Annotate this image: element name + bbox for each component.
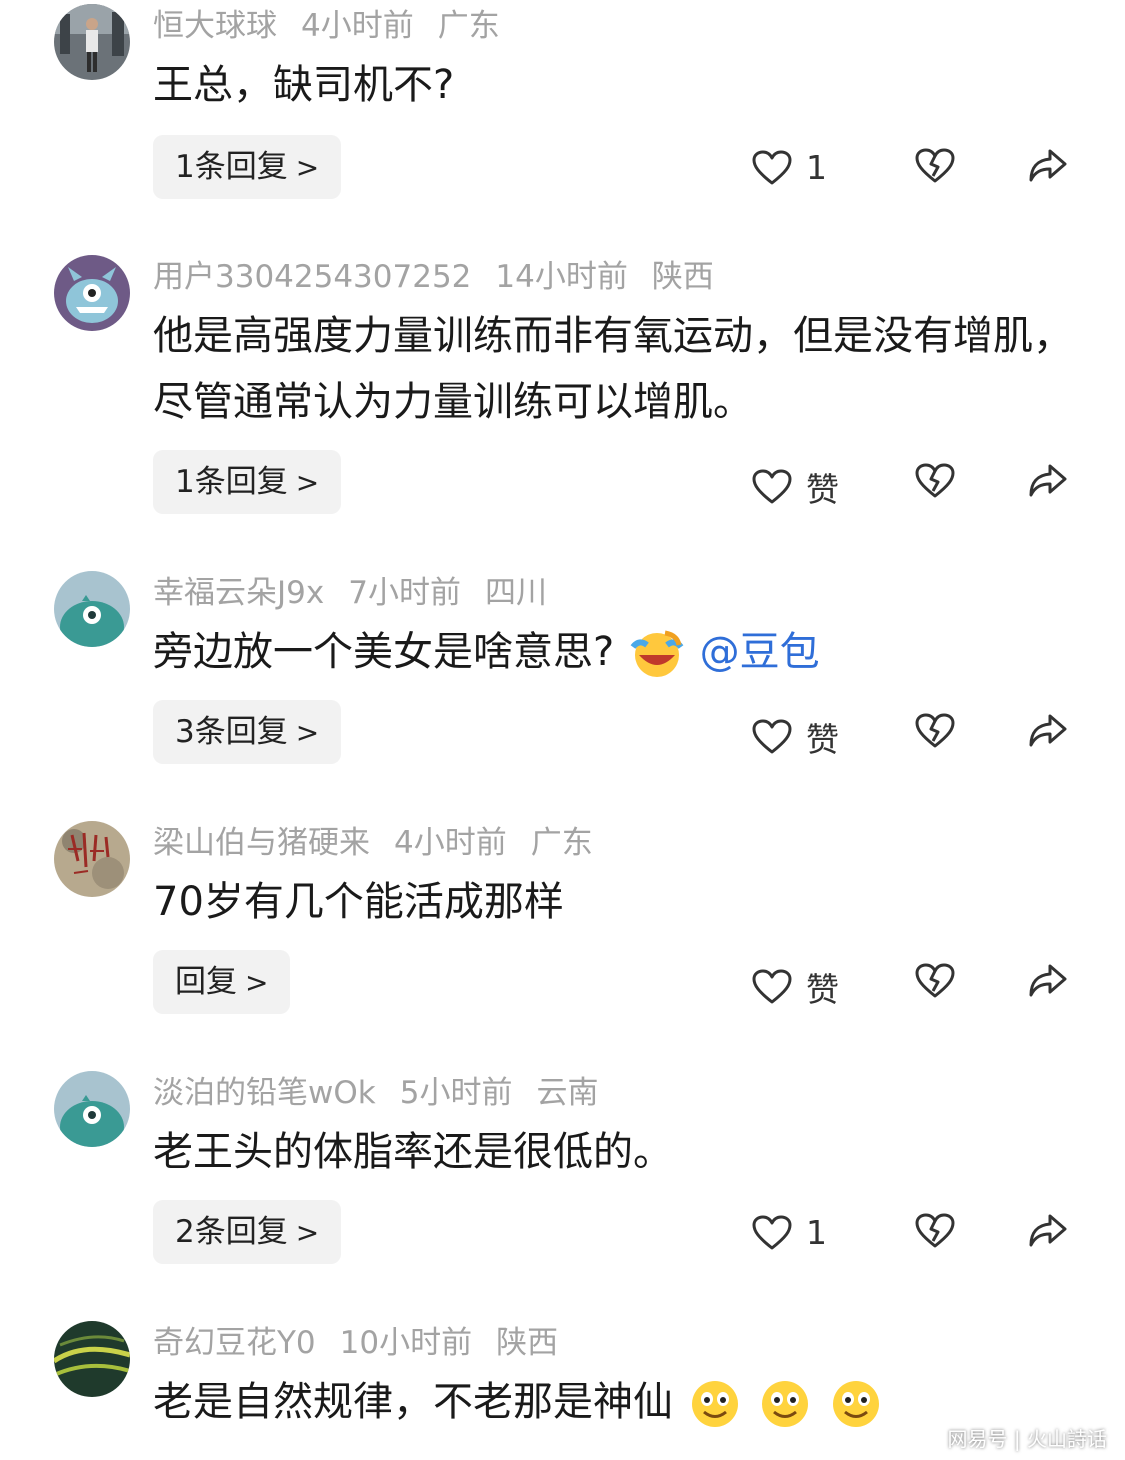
laughing-crying-emoji-icon (630, 630, 684, 677)
avatar[interactable] (54, 571, 130, 647)
timestamp: 10小时前 (339, 1325, 473, 1361)
comment-body: 老是自然规律，不老那是神仙 (153, 1379, 673, 1425)
comment-text: 老是自然规律，不老那是神仙 (153, 1369, 1083, 1435)
share-button[interactable] (1028, 148, 1068, 184)
like-count: 赞 (806, 720, 839, 759)
dislike-button[interactable] (915, 963, 955, 999)
region: 云南 (536, 1075, 599, 1111)
username[interactable]: 奇幻豆花Y0 (153, 1325, 316, 1361)
timestamp: 14小时前 (495, 259, 628, 295)
mention-link[interactable]: @豆包 (700, 629, 820, 675)
comment-meta: 梁山伯与猪硬来 4小时前 广东 (153, 821, 617, 865)
region: 陕西 (496, 1325, 559, 1361)
chevron-right-icon: > (245, 966, 269, 999)
heart-icon (752, 719, 792, 754)
comment-meta: 恒大球球 4小时前 广东 (153, 4, 524, 48)
username[interactable]: 幸福云朵J9x (153, 575, 324, 611)
broken-heart-icon (915, 463, 955, 498)
reply-label: 2条回复 (175, 1214, 288, 1250)
share-button[interactable] (1028, 463, 1068, 499)
broken-heart-icon (915, 713, 955, 748)
region: 四川 (484, 575, 547, 611)
like-button[interactable]: 赞 (752, 463, 839, 511)
dislike-button[interactable] (915, 148, 955, 184)
dislike-button[interactable] (915, 1213, 955, 1249)
heart-icon (752, 150, 792, 184)
like-count: 1 (806, 1213, 827, 1252)
username[interactable]: 梁山伯与猪硬来 (153, 825, 370, 861)
heart-icon (752, 969, 792, 1004)
comment-meta: 淡泊的铅笔wOk 5小时前 云南 (153, 1071, 622, 1115)
username[interactable]: 恒大球球 (153, 8, 277, 44)
like-button[interactable]: 1 (752, 1213, 827, 1252)
avatar[interactable] (54, 1321, 130, 1397)
like-count: 赞 (806, 470, 839, 509)
avatar[interactable] (54, 1071, 130, 1147)
share-button[interactable] (1028, 1213, 1068, 1249)
comment-text: 70岁有几个能活成那样 (153, 879, 564, 925)
like-button[interactable]: 1 (752, 148, 827, 187)
heart-icon (752, 1215, 792, 1249)
share-button[interactable] (1028, 713, 1068, 749)
share-icon (1029, 149, 1067, 182)
chevron-right-icon: > (295, 716, 320, 749)
timestamp: 5小时前 (399, 1075, 513, 1111)
timestamp: 4小时前 (394, 825, 507, 861)
share-icon (1029, 964, 1067, 997)
avatar[interactable] (54, 255, 130, 331)
reply-label: 回复 (175, 964, 237, 1000)
watermark: 网易号 | 火山詩话 (947, 1427, 1107, 1451)
view-replies-button[interactable]: 1条回复 > (153, 135, 342, 199)
broken-heart-icon (915, 963, 955, 998)
like-count: 1 (806, 148, 827, 187)
smiling-emoji-icon (691, 1381, 738, 1427)
dislike-button[interactable] (915, 713, 955, 749)
view-replies-button[interactable]: 2条回复 > (153, 1200, 342, 1264)
reply-label: 1条回复 (175, 464, 288, 500)
comment-text: 王总，缺司机不? (153, 62, 455, 108)
comment-body: 旁边放一个美女是啥意思? (153, 629, 615, 675)
timestamp: 4小时前 (301, 8, 414, 44)
heart-icon (752, 469, 792, 504)
reply-label: 1条回复 (175, 149, 288, 185)
username[interactable]: 淡泊的铅笔wOk (153, 1075, 376, 1111)
reply-button[interactable]: 回复 > (153, 950, 291, 1014)
comment-text: 旁边放一个美女是啥意思? @豆包 (153, 619, 1083, 685)
share-icon (1029, 464, 1067, 497)
avatar[interactable] (54, 821, 130, 897)
like-button[interactable]: 赞 (752, 963, 839, 1011)
reply-label: 3条回复 (175, 714, 288, 750)
share-icon (1029, 1214, 1067, 1247)
comment-text: 老王头的体脂率还是很低的。 (153, 1129, 673, 1175)
comment-meta: 奇幻豆花Y0 10小时前 陕西 (153, 1321, 582, 1365)
broken-heart-icon (915, 1213, 955, 1248)
dislike-button[interactable] (915, 463, 955, 499)
view-replies-button[interactable]: 3条回复 > (153, 700, 342, 764)
comment-meta: 幸福云朵J9x 7小时前 四川 (153, 571, 571, 615)
region: 广东 (530, 825, 593, 861)
comment-text: 他是高强度力量训练而非有氧运动，但是没有增肌，尽管通常认为力量训练可以增肌。 (153, 313, 1073, 425)
chevron-right-icon: > (295, 466, 320, 499)
share-button[interactable] (1028, 963, 1068, 999)
like-button[interactable]: 赞 (752, 713, 839, 761)
username[interactable]: 用户3304254307252 (153, 259, 471, 295)
avatar[interactable] (54, 4, 130, 80)
view-replies-button[interactable]: 1条回复 > (153, 450, 342, 514)
chevron-right-icon: > (295, 151, 320, 184)
timestamp: 7小时前 (348, 575, 461, 611)
comment-meta: 用户3304254307252 14小时前 陕西 (153, 255, 738, 299)
like-count: 赞 (806, 970, 839, 1009)
share-icon (1029, 714, 1067, 747)
region: 广东 (437, 8, 500, 44)
smiling-emoji-icon (762, 1381, 809, 1427)
region: 陕西 (651, 259, 714, 295)
broken-heart-icon (915, 148, 955, 183)
smiling-emoji-icon (833, 1381, 880, 1427)
chevron-right-icon: > (295, 1216, 320, 1249)
